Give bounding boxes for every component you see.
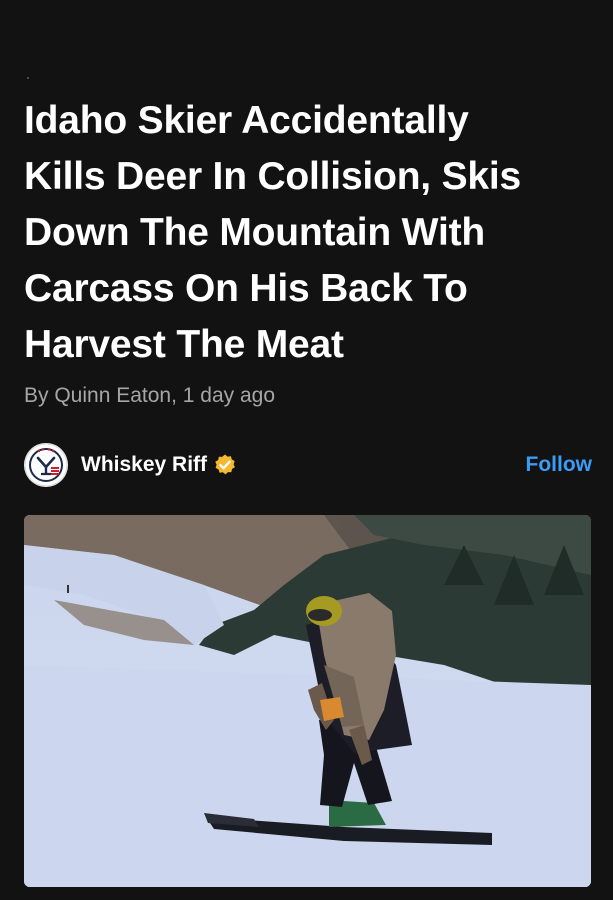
headline-line: Harvest The Meat — [24, 323, 344, 366]
whiskey-riff-logo-icon — [24, 443, 68, 487]
follow-button[interactable]: Follow — [526, 453, 593, 477]
headline-line: Idaho Skier Accidentally — [24, 99, 469, 142]
verified-badge-icon — [213, 453, 237, 477]
skier-carrying-deer-image — [24, 515, 591, 887]
whiskey-riff-logo[interactable] — [24, 443, 68, 487]
article-headline[interactable]: Idaho Skier Accidentally Kills Deer In C… — [24, 93, 594, 373]
headline-line: Down The Mountain With — [24, 211, 485, 254]
article-photo[interactable] — [24, 515, 591, 887]
headline-line: Carcass On His Back To — [24, 267, 468, 310]
decorative-dot — [27, 77, 29, 79]
publisher-row: Whiskey Riff Follow — [24, 441, 592, 489]
publisher-name[interactable]: Whiskey Riff — [81, 453, 207, 477]
article-byline: By Quinn Eaton, 1 day ago — [24, 384, 276, 407]
headline-line: Kills Deer In Collision, Skis — [24, 155, 522, 198]
